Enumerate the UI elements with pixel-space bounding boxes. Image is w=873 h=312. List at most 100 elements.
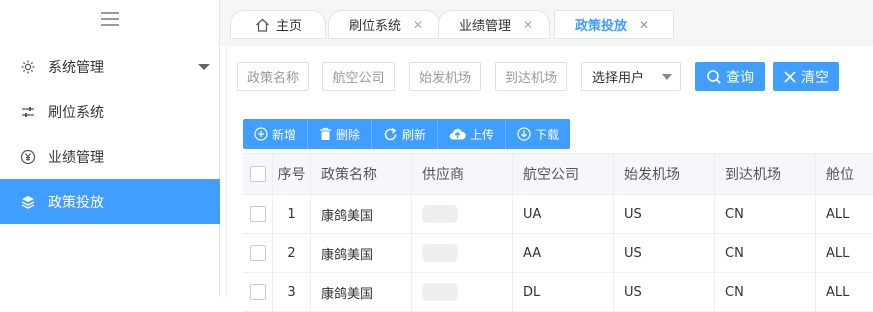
- row-checkbox[interactable]: [249, 284, 266, 300]
- yen-icon: [20, 149, 36, 165]
- column-header: 政策名称: [311, 154, 412, 194]
- table-row[interactable]: 2 康鸽美国 AA US CN ALL: [243, 234, 873, 273]
- tab-bar: 主页 刷位系统 ✕ 业绩管理 ✕ 政策投放 ✕: [220, 0, 873, 46]
- trash-icon: [319, 127, 336, 141]
- tab-label: 业绩管理: [459, 19, 512, 34]
- redacted-blur: [422, 244, 458, 262]
- airline-cell: UA: [513, 195, 614, 233]
- sidebar-item-label: 政策投放: [48, 194, 104, 211]
- row-checkbox[interactable]: [249, 206, 266, 222]
- close-icon[interactable]: ✕: [523, 18, 533, 32]
- column-header: 供应商: [412, 154, 513, 194]
- row-select: [243, 273, 273, 311]
- redacted-blur: [422, 283, 458, 301]
- close-icon[interactable]: ✕: [639, 18, 649, 32]
- main-content: 政策名称 航空公司 始发机场 到达机场 选择用户 查询 清空 新增 删除 刷新 …: [226, 46, 873, 312]
- sidebar-item-label: 系统管理: [48, 59, 104, 76]
- sliders-icon: [20, 104, 36, 120]
- sidebar-item-policy[interactable]: 政策投放: [0, 179, 220, 224]
- refresh-icon: [383, 127, 402, 142]
- chevron-down-icon: [662, 74, 672, 80]
- tab-label: 主页: [276, 19, 303, 34]
- cabin-cell: ALL: [826, 284, 850, 300]
- row-select: [243, 195, 273, 233]
- supplier-cell: [412, 273, 513, 311]
- sidebar-item-label: 业绩管理: [48, 149, 104, 166]
- add-button[interactable]: 新增: [243, 119, 309, 149]
- sidebar-item-performance[interactable]: 业绩管理: [0, 134, 220, 179]
- destination-cell: CN: [715, 195, 816, 233]
- sidebar-item-label: 刷位系统: [48, 104, 104, 121]
- destination-cell: CN: [715, 234, 816, 272]
- delete-button-label: 删除: [336, 127, 361, 142]
- tab-label: 刷位系统: [349, 19, 402, 34]
- origin-cell: US: [614, 234, 715, 272]
- tab-label: 政策投放: [575, 19, 628, 34]
- destination-airport-input[interactable]: 到达机场: [495, 62, 567, 91]
- query-button-label: 查询: [726, 69, 754, 86]
- airline-cell: DL: [513, 273, 614, 311]
- origin-cell: US: [614, 273, 715, 311]
- column-header: 舱位: [826, 167, 854, 183]
- tab-performance[interactable]: 业绩管理 ✕: [438, 10, 550, 39]
- airline-cell: AA: [513, 234, 614, 272]
- layers-icon: [20, 194, 36, 210]
- supplier-cell: [412, 195, 513, 233]
- upload-button[interactable]: 上传: [438, 119, 507, 149]
- table-row[interactable]: 1 康鸽美国 UA US CN ALL: [243, 195, 873, 234]
- user-select[interactable]: 选择用户: [581, 62, 681, 91]
- origin-airport-input[interactable]: 始发机场: [409, 62, 481, 91]
- table-toolbar: 新增 删除 刷新 上传 下载: [243, 119, 571, 149]
- origin-cell: US: [614, 195, 715, 233]
- row-select: [243, 234, 273, 272]
- row-checkbox[interactable]: [249, 245, 266, 261]
- cabin-cell: ALL: [826, 206, 850, 222]
- clear-button[interactable]: 清空: [773, 62, 839, 91]
- search-icon: [706, 69, 726, 85]
- policy-name-cell: 康鸽美国: [311, 273, 412, 311]
- delete-button[interactable]: 删除: [308, 119, 373, 149]
- query-button[interactable]: 查询: [695, 62, 765, 91]
- upload-button-label: 上传: [470, 127, 495, 142]
- supplier-cell: [412, 234, 513, 272]
- table-header: 序号 政策名称 供应商 航空公司 始发机场 到达机场 舱位: [243, 153, 873, 195]
- clear-button-label: 清空: [801, 69, 829, 86]
- column-header: 始发机场: [614, 154, 715, 194]
- home-icon: [255, 18, 270, 32]
- tab-home[interactable]: 主页: [230, 10, 326, 39]
- policy-table: 序号 政策名称 供应商 航空公司 始发机场 到达机场 舱位 1 康鸽美国 UA …: [243, 153, 873, 312]
- destination-cell: CN: [715, 273, 816, 311]
- user-select-value: 选择用户: [592, 71, 645, 86]
- download-circle-icon: [517, 127, 535, 141]
- row-index: 1: [273, 195, 311, 233]
- airline-input[interactable]: 航空公司: [322, 62, 395, 91]
- sidebar-item-brush-system[interactable]: 刷位系统: [0, 89, 220, 134]
- refresh-button-label: 刷新: [402, 127, 427, 142]
- redacted-blur: [422, 205, 458, 223]
- tab-brush-system[interactable]: 刷位系统 ✕: [328, 10, 440, 39]
- policy-name-input[interactable]: 政策名称: [237, 62, 309, 91]
- row-index: 2: [273, 234, 311, 272]
- hamburger-menu-icon[interactable]: [101, 12, 119, 27]
- policy-name-cell: 康鸽美国: [311, 195, 412, 233]
- add-button-label: 新增: [272, 127, 297, 142]
- cloud-upload-icon: [449, 127, 470, 141]
- column-header: 航空公司: [513, 154, 614, 194]
- tab-policy[interactable]: 政策投放 ✕: [554, 10, 674, 39]
- download-button-label: 下载: [535, 127, 560, 142]
- sidebar-item-system-management[interactable]: 系统管理: [0, 44, 220, 89]
- table-row[interactable]: 3 康鸽美国 DL US CN ALL: [243, 273, 873, 312]
- sidebar: 系统管理 刷位系统 业绩管理 政策投放: [0, 0, 220, 297]
- column-header: 序号: [273, 154, 311, 194]
- select-all-checkbox[interactable]: [249, 166, 266, 182]
- column-header: 到达机场: [715, 154, 816, 194]
- chevron-down-icon: [198, 64, 210, 70]
- refresh-button[interactable]: 刷新: [372, 119, 439, 149]
- plus-circle-icon: [254, 127, 272, 141]
- row-index: 3: [273, 273, 311, 311]
- close-icon[interactable]: ✕: [413, 18, 423, 32]
- close-icon: [783, 70, 801, 84]
- cabin-cell: ALL: [826, 245, 850, 261]
- header-select-all: [243, 154, 273, 194]
- download-button[interactable]: 下载: [506, 119, 570, 149]
